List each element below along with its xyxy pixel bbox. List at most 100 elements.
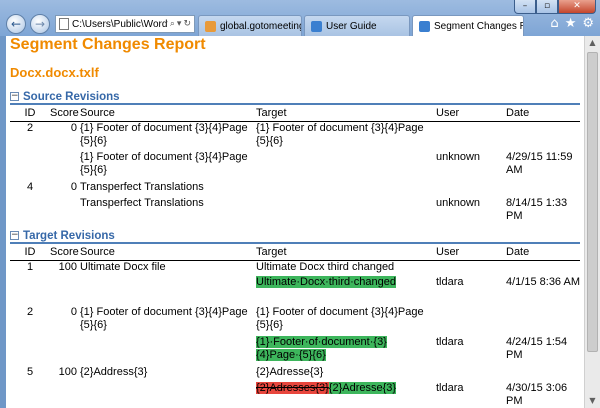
cell-score [50,276,80,306]
source-revisions-section: − Source Revisions ID Score Source Targe… [10,90,580,227]
cell-id [10,382,50,408]
cell-date [506,181,580,197]
cell-id: 4 [26,181,34,193]
cell-id: 2 [26,121,34,134]
cell-date: 4/1/15 8:36 AM [506,276,580,288]
cell-target: {2}Adresses{3}{2}Adresse{3} [256,382,436,408]
cell-score [50,336,80,366]
column-header-score: Score [50,105,80,122]
cell-user [436,366,506,382]
cell-id [10,336,50,366]
cell-source: {1} Footer of document {3}{4}Page {5}{6} [80,151,248,176]
cell-user: tldara [436,276,464,288]
ie-page-icon [419,20,430,32]
vertical-scrollbar[interactable]: ▲ ▼ [584,36,600,408]
column-header-score: Score [50,244,80,261]
cell-target: {1} Footer of document {3}{4}Page {5}{6} [256,121,424,147]
cell-date: 8/14/15 1:33 PM [506,197,568,222]
inserted-text: {1}·Footer·of·document·{3}{4}Page·{5}{6} [256,336,387,361]
source-revisions-table: ID Score Source Target User Date 2 0 {1}… [10,105,580,227]
address-url[interactable]: C:\Users\Public\Wordfast\ [72,19,168,30]
favorites-icon[interactable]: ★ [565,16,577,32]
tab-user-guide[interactable]: User Guide [304,15,410,36]
cell-user: tldara [436,382,464,394]
home-icon[interactable]: ⌂ [550,16,558,32]
cell-date: 4/30/15 3:06 PM [506,382,568,407]
column-header-source: Source [80,244,256,261]
cell-user [436,181,506,197]
deleted-text: {2}Adresses{3} [256,382,329,394]
table-row: 2 0 {1} Footer of document {3}{4}Page {5… [10,306,580,336]
cell-date: 4/29/15 11:59 AM [506,151,573,176]
cell-target [256,197,436,227]
cell-source: Ultimate Docx file [80,260,166,273]
cell-score: 0 [70,181,77,193]
tab-gotomeeting[interactable]: global.gotomeeting.com [198,15,302,36]
cell-user: tldara [436,336,464,348]
section-title: Target Revisions [23,229,115,242]
target-revisions-section: − Target Revisions ID Score Source Targe… [10,229,580,408]
cell-id: 5 [26,366,34,378]
cell-user [436,306,506,336]
cell-user: unknown [436,151,481,163]
cell-source: {1} Footer of document {3}{4}Page {5}{6} [80,306,248,331]
column-header-date: Date [506,244,580,261]
tab-label: global.gotomeeting.com [220,20,301,32]
scroll-up-icon[interactable]: ▲ [585,36,600,50]
cell-source [80,276,256,306]
column-header-user: User [436,244,506,261]
cell-target: {2}Adresse{3} [256,366,324,378]
window-controls: – ▫ ✕ [514,0,596,14]
cell-score [50,151,80,181]
cell-date [506,306,580,336]
cell-target [256,151,436,181]
cell-target: Ultimate Docx third changed [256,260,395,273]
column-header-id: ID [10,105,50,122]
column-header-date: Date [506,105,580,122]
cell-target [256,181,436,197]
browser-chrome: – ▫ ✕ ← → C:\Users\Public\Wordfast\ ⌕ ▾ … [0,0,600,36]
cell-user [436,121,506,151]
inserted-text: {2}Adresse{3} [328,382,397,394]
scroll-down-icon[interactable]: ▼ [585,394,600,408]
collapse-icon[interactable]: − [10,92,19,101]
column-header-target: Target [256,105,436,122]
back-button[interactable]: ← [6,14,26,34]
page-icon [59,18,69,30]
table-row: {2}Adresses{3}{2}Adresse{3} tldara 4/30/… [10,382,580,408]
chevron-down-icon[interactable]: ▾ [177,19,182,29]
collapse-icon[interactable]: − [10,231,19,240]
column-header-source: Source [80,105,256,122]
cell-score [50,197,80,227]
cell-score: 0 [70,306,77,318]
cell-score: 100 [58,260,77,273]
address-bar[interactable]: C:\Users\Public\Wordfast\ ⌕ ▾ ↻ [55,15,195,33]
section-title: Source Revisions [23,90,120,103]
search-icon[interactable]: ⌕ [170,19,175,29]
section-heading[interactable]: − Source Revisions [10,90,580,105]
forward-button[interactable]: → [30,14,50,34]
refresh-icon[interactable]: ↻ [183,19,191,29]
tab-segment-changes[interactable]: Segment Changes Rep... ✕ [412,15,524,36]
inserted-text: Ultimate·Docx·third·changed [256,276,396,288]
cell-score: 100 [58,366,77,378]
minimize-button[interactable]: – [514,0,536,14]
cell-target: {1} Footer of document {3}{4}Page {5}{6} [256,306,424,331]
table-row: 2 0 {1} Footer of document {3}{4}Page {5… [10,121,580,151]
section-heading[interactable]: − Target Revisions [10,229,580,244]
maximize-button[interactable]: ▫ [536,0,558,14]
gear-icon[interactable]: ⚙ [582,16,594,32]
gotomeeting-icon [205,20,216,32]
toolbar-icons: ⌂ ★ ⚙ [550,16,594,32]
scroll-thumb[interactable] [587,52,598,352]
cell-target: Ultimate·Docx·third·changed [256,276,436,306]
cell-user: unknown [436,197,481,209]
cell-id: 1 [26,260,34,273]
close-window-button[interactable]: ✕ [558,0,596,14]
cell-id [10,276,50,306]
column-header-user: User [436,105,506,122]
cell-id: 2 [26,306,34,318]
cell-id [10,197,50,227]
cell-date [506,260,580,276]
table-row: 5 100 {2}Address{3} {2}Adresse{3} [10,366,580,382]
